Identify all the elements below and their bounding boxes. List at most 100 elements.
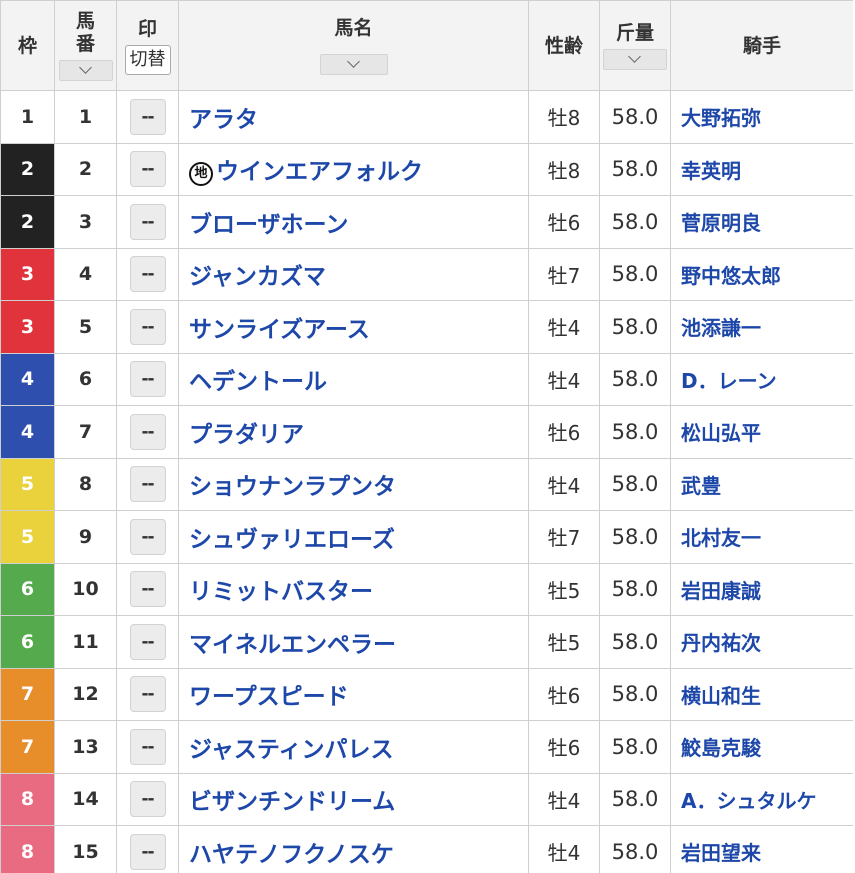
mark-cell: -- (116, 195, 179, 249)
table-header: 枠 馬番 印 切替 馬名 性齢 斤量 騎手 (0, 0, 853, 91)
weight-cell: 58.0 (599, 667, 671, 721)
jockey-name-link[interactable]: 横山和生 (681, 684, 761, 708)
jockey-cell: 北村友一 (670, 510, 853, 564)
horse-sort-button[interactable] (319, 54, 388, 75)
jockey-cell: 大野拓弥 (670, 90, 853, 144)
horse-name-link[interactable]: ビザンチンドリーム (189, 789, 395, 815)
waku-cell: 5 (0, 457, 55, 511)
sexage-value: 牡8 (547, 158, 581, 183)
mark-cell: -- (116, 825, 179, 873)
horse-cell: ジャスティンパレス (178, 720, 529, 774)
umaban-cell: 10 (54, 562, 117, 616)
jockey-name-link[interactable]: 松山弘平 (681, 421, 761, 445)
jockey-name-link[interactable]: D．レーン (681, 369, 777, 393)
jockey-cell: 鮫島克駿 (670, 720, 853, 774)
mark-select-button[interactable]: -- (129, 571, 166, 608)
header-weight[interactable]: 斤量 (599, 0, 671, 91)
sexage-value: 牡6 (547, 736, 581, 761)
mark-cell: -- (116, 562, 179, 616)
mark-select-button[interactable]: -- (129, 728, 166, 765)
jockey-name-link[interactable]: 大野拓弥 (681, 106, 761, 130)
weight-cell: 58.0 (599, 142, 671, 196)
table-row: 8 14 -- ビザンチンドリーム 牡4 58.0 A．シュタルケ (0, 772, 853, 826)
horse-name-link[interactable]: プラダリア (189, 422, 304, 448)
umaban-number: 4 (78, 263, 93, 286)
jockey-cell: 野中悠太郎 (670, 247, 853, 301)
umaban-number: 6 (78, 368, 93, 391)
header-horse-label: 馬名 (334, 17, 373, 39)
mark-select-button[interactable]: -- (129, 518, 166, 555)
sexage-cell: 牡4 (528, 772, 600, 826)
jockey-cell: A．シュタルケ (670, 772, 853, 826)
jockey-name-link[interactable]: 池添謙一 (681, 316, 761, 340)
mark-select-button[interactable]: -- (129, 466, 166, 503)
table-row: 8 15 -- ハヤテノフクノスケ 牡4 58.0 岩田望来 (0, 825, 853, 873)
mark-select-button[interactable]: -- (129, 361, 166, 398)
mark-select-button[interactable]: -- (129, 256, 166, 293)
jockey-name-link[interactable]: 武豊 (681, 474, 721, 498)
umaban-sort-button[interactable] (58, 60, 113, 81)
jockey-name-link[interactable]: 岩田康誠 (681, 579, 761, 603)
waku-number: 3 (20, 263, 35, 286)
jockey-cell: 武豊 (670, 457, 853, 511)
mark-select-button[interactable]: -- (129, 413, 166, 450)
mark-select-button[interactable]: -- (129, 151, 166, 188)
header-umaban[interactable]: 馬番 (54, 0, 117, 91)
horse-name-link[interactable]: ハヤテノフクノスケ (189, 842, 394, 868)
weight-value: 58.0 (611, 787, 659, 812)
sexage-cell: 牡4 (528, 825, 600, 873)
sexage-cell: 牡6 (528, 195, 600, 249)
jockey-name-link[interactable]: 北村友一 (681, 526, 761, 550)
horse-name-link[interactable]: ウインエアフォルク (216, 159, 423, 185)
horse-name-link[interactable]: ヘデントール (189, 369, 327, 395)
weight-value: 58.0 (611, 157, 659, 182)
horse-name-link[interactable]: マイネルエンペラー (189, 632, 396, 658)
jockey-name-link[interactable]: 野中悠太郎 (681, 264, 781, 288)
jockey-cell: 松山弘平 (670, 405, 853, 459)
mark-cell: -- (116, 615, 179, 669)
weight-cell: 58.0 (599, 825, 671, 873)
mark-select-button[interactable]: -- (129, 676, 166, 713)
horse-name-link[interactable]: リミットバスター (189, 579, 373, 605)
weight-value: 58.0 (611, 629, 659, 654)
umaban-cell: 5 (54, 300, 117, 354)
horse-name-link[interactable]: ブローザホーン (189, 212, 348, 238)
horse-name-link[interactable]: アラタ (189, 107, 258, 133)
weight-sort-button[interactable] (603, 49, 667, 70)
weight-value: 58.0 (611, 209, 659, 234)
horse-name-link[interactable]: シュヴァリエローズ (189, 527, 395, 553)
jockey-name-link[interactable]: A．シュタルケ (681, 789, 816, 813)
mark-select-button[interactable]: -- (129, 98, 166, 135)
weight-value: 58.0 (611, 472, 659, 497)
horse-name-link[interactable]: サンライズアース (189, 317, 370, 343)
entry-table: 枠 馬番 印 切替 馬名 性齢 斤量 騎手 1 1 -- アラタ 牡8 58.0… (0, 0, 853, 873)
umaban-number: 5 (78, 315, 93, 338)
mark-select-button[interactable]: -- (129, 833, 166, 870)
mark-select-button[interactable]: -- (129, 781, 166, 818)
horse-name-link[interactable]: ショウナンラプンタ (189, 474, 396, 500)
jockey-name-link[interactable]: 丹内祐次 (681, 631, 761, 655)
umaban-number: 8 (78, 473, 93, 496)
horse-name-link[interactable]: ワープスピード (189, 684, 349, 710)
horse-name-link[interactable]: ジャンカズマ (189, 264, 326, 290)
horse-name-link[interactable]: ジャスティンパレス (189, 737, 393, 763)
mark-toggle-button[interactable]: 切替 (124, 44, 171, 75)
mark-select-button[interactable]: -- (129, 623, 166, 660)
weight-value: 58.0 (611, 524, 659, 549)
weight-cell: 58.0 (599, 195, 671, 249)
jockey-name-link[interactable]: 鮫島克駿 (681, 736, 761, 760)
weight-value: 58.0 (611, 367, 659, 392)
sexage-cell: 牡4 (528, 457, 600, 511)
sexage-value: 牡7 (547, 263, 581, 288)
sexage-value: 牡6 (547, 683, 581, 708)
header-horse[interactable]: 馬名 (178, 0, 529, 91)
jockey-name-link[interactable]: 岩田望来 (681, 841, 761, 865)
waku-number: 3 (20, 315, 35, 338)
jockey-name-link[interactable]: 菅原明良 (681, 211, 761, 235)
mark-select-button[interactable]: -- (129, 203, 166, 240)
weight-cell: 58.0 (599, 352, 671, 406)
mark-select-button[interactable]: -- (129, 308, 166, 345)
jockey-name-link[interactable]: 幸英明 (681, 159, 741, 183)
horse-cell: リミットバスター (178, 562, 529, 616)
umaban-cell: 6 (54, 352, 117, 406)
